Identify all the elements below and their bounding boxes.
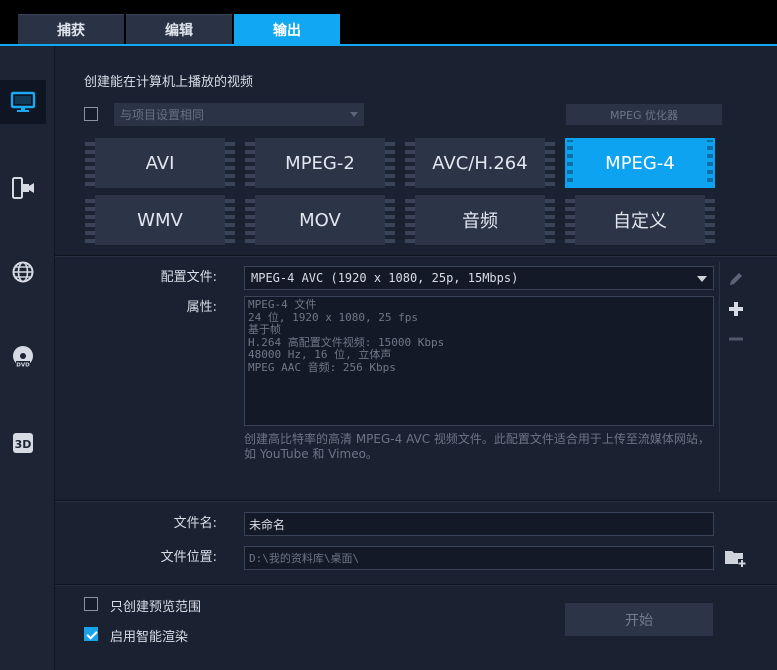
property-line: MPEG AAC 音频: 256 Kbps [248, 360, 396, 374]
filename-input[interactable]: 未命名 [244, 512, 714, 536]
format-avc-h264-label: AVC/H.264 [432, 152, 528, 174]
section-heading: 创建能在计算机上播放的视频 [84, 75, 254, 90]
preview-range-checkbox[interactable] [84, 597, 98, 611]
preview-range-label: 只创建预览范围 [110, 600, 202, 615]
monitor-icon [10, 91, 36, 112]
tab-share-label: 输出 [273, 23, 301, 39]
profile-select[interactable]: MPEG-4 AVC (1920 x 1080, 25p, 15Mbps) [244, 266, 714, 290]
filename-label: 文件名: [173, 516, 217, 531]
output-sidebar: DVD 3D [0, 46, 55, 670]
svg-text:3D: 3D [15, 438, 32, 451]
format-avi[interactable]: AVI [85, 138, 235, 188]
profile-select-value: MPEG-4 AVC (1920 x 1080, 25p, 15Mbps) [251, 271, 519, 285]
format-mpeg2-label: MPEG-2 [285, 152, 355, 174]
divider [55, 255, 777, 257]
project-settings-checkbox[interactable] [84, 107, 98, 121]
smart-render-checkbox[interactable] [84, 627, 98, 641]
start-button-label: 开始 [625, 612, 653, 629]
format-avc-h264[interactable]: AVC/H.264 [405, 138, 555, 188]
smart-render-label: 启用智能渲染 [110, 630, 189, 645]
profile-label: 配置文件: [160, 270, 217, 285]
tab-edit-label: 编辑 [165, 23, 193, 39]
3d-output-button[interactable]: 3D [0, 421, 46, 465]
svg-text:DVD: DVD [16, 363, 30, 369]
format-mov[interactable]: MOV [245, 195, 395, 245]
pencil-icon [730, 273, 742, 285]
format-wmv-label: WMV [137, 209, 183, 231]
property-line: MPEG-4 文件 [248, 298, 317, 311]
format-mov-label: MOV [299, 209, 341, 231]
properties-label: 属性: [186, 300, 217, 315]
divider [55, 584, 777, 586]
format-wmv[interactable]: WMV [85, 195, 235, 245]
format-avi-label: AVI [145, 152, 175, 174]
folder-add-icon [725, 551, 746, 567]
mpeg-optimizer-button[interactable]: MPEG 优化器 [566, 104, 722, 125]
computer-output-button[interactable] [0, 80, 46, 124]
mpeg-optimizer-label: MPEG 优化器 [609, 108, 679, 122]
remove-profile-button[interactable] [724, 328, 748, 350]
format-audio-label: 音频 [462, 211, 498, 232]
properties-box: MPEG-4 文件 24 位, 1920 x 1080, 25 fps 基于帧 … [244, 296, 714, 426]
add-profile-button[interactable] [724, 298, 748, 320]
dvd-disc-icon: DVD [13, 346, 33, 369]
tab-edit[interactable]: 编辑 [126, 14, 232, 45]
tab-capture[interactable]: 捕获 [18, 14, 124, 45]
disc-output-button[interactable]: DVD [0, 335, 46, 379]
format-custom-label: 自定义 [613, 211, 667, 232]
project-settings-select[interactable]: 与项目设置相同 [114, 103, 364, 126]
edit-profile-button[interactable] [724, 268, 748, 290]
file-location-input[interactable]: D:\我的资料库\桌面\ [244, 546, 714, 570]
file-location-label: 文件位置: [160, 550, 217, 565]
divider [55, 500, 777, 502]
format-mpeg4-label: MPEG-4 [605, 152, 675, 174]
format-mpeg2[interactable]: MPEG-2 [245, 138, 395, 188]
chevron-down-icon [350, 112, 358, 117]
browse-folder-button[interactable] [722, 546, 748, 570]
tab-capture-label: 捕获 [57, 23, 85, 39]
property-line: 基于帧 [248, 323, 281, 336]
vertical-divider [719, 262, 720, 492]
profile-description: 创建高比特率的高清 MPEG-4 AVC 视频文件。此配置文件适合用于上传至流媒… [244, 432, 710, 461]
filename-value: 未命名 [249, 517, 286, 532]
file-location-value: D:\我的资料库\桌面\ [249, 552, 360, 565]
phone-camera-icon [12, 177, 34, 199]
3d-icon: 3D [13, 433, 33, 453]
property-line: 48000 Hz, 16 位, 立体声 [248, 348, 392, 361]
chevron-down-icon [697, 276, 707, 282]
plus-icon [729, 302, 743, 316]
device-output-button[interactable] [0, 166, 46, 210]
property-line: 24 位, 1920 x 1080, 25 fps [248, 310, 418, 324]
project-settings-select-label: 与项目设置相同 [120, 108, 205, 122]
start-button[interactable]: 开始 [565, 603, 713, 636]
minus-icon [729, 337, 743, 341]
web-output-button[interactable] [0, 250, 46, 294]
format-custom[interactable]: 自定义 [565, 195, 715, 245]
format-audio[interactable]: 音频 [405, 195, 555, 245]
tab-share[interactable]: 输出 [234, 14, 340, 45]
globe-icon [12, 261, 34, 283]
format-mpeg4[interactable]: MPEG-4 [565, 138, 715, 188]
